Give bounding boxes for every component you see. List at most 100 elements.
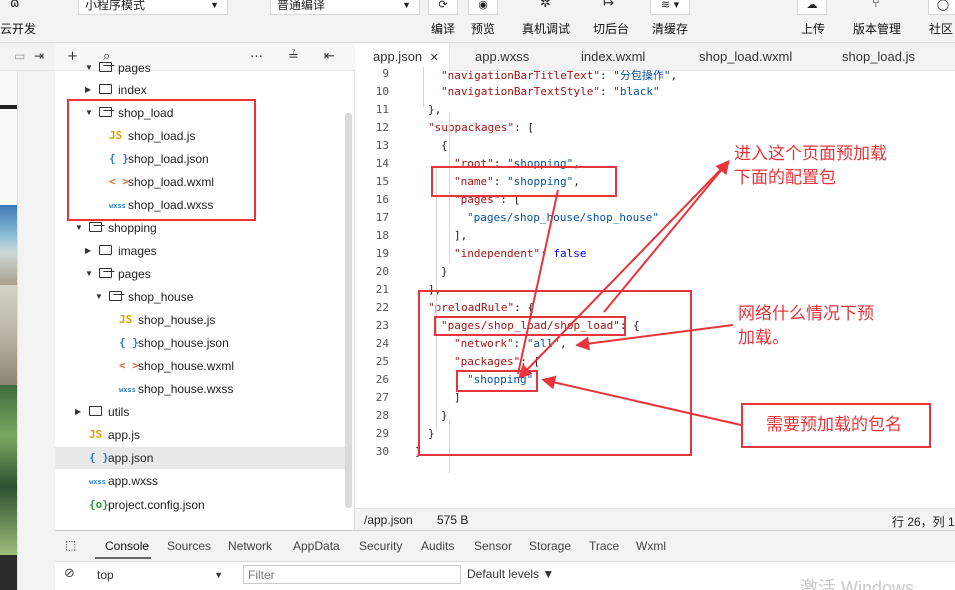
annotation-box-page-path bbox=[434, 316, 626, 336]
chevron-right-icon[interactable]: ▶ bbox=[75, 401, 81, 423]
bug-icon[interactable]: ✲ bbox=[540, 0, 551, 11]
devtools-tab[interactable]: Sensor bbox=[474, 539, 512, 553]
folder-icon bbox=[99, 84, 112, 94]
chevron-down-icon[interactable]: ▼ bbox=[85, 263, 93, 285]
annotation-box-shop-load bbox=[67, 99, 256, 221]
tree-item[interactable]: ▼ shop_house bbox=[55, 286, 345, 308]
tree-item[interactable]: < > shop_house.wxml bbox=[55, 355, 345, 377]
tree-item[interactable]: JS app.js bbox=[55, 424, 345, 446]
background-button[interactable]: 切后台 bbox=[593, 20, 629, 37]
upload-icon[interactable]: ☁ bbox=[797, 0, 827, 15]
line-number: 27 bbox=[375, 391, 389, 404]
compile-select[interactable]: 普通编译 ▼ bbox=[270, 0, 420, 15]
wxss-file-icon: wxss bbox=[119, 386, 136, 394]
tree-item[interactable]: JS shop_house.js bbox=[55, 309, 345, 331]
chevron-down-icon[interactable]: ▼ bbox=[95, 286, 103, 308]
devtools-tab[interactable]: Audits bbox=[421, 539, 454, 553]
upload-button[interactable]: 上传 bbox=[801, 20, 825, 37]
line-number: 26 bbox=[375, 373, 389, 386]
tree-item-label: shop_house bbox=[128, 290, 194, 304]
context-select[interactable]: top ▼ bbox=[91, 565, 231, 585]
branch-icon[interactable]: ⑂ bbox=[872, 0, 880, 11]
annotation-preload-page: 进入这个页面预加载 下面的配置包 bbox=[734, 144, 887, 187]
line-number: 19 bbox=[375, 247, 389, 260]
tree-item-label: utils bbox=[108, 405, 130, 419]
devtools-tab[interactable]: Storage bbox=[529, 539, 571, 553]
editor-tab-label: app.json bbox=[373, 49, 423, 64]
simulator-strip bbox=[0, 43, 18, 590]
folder-open-icon bbox=[89, 222, 102, 232]
wxss-file-icon: wxss bbox=[89, 478, 106, 486]
tree-item[interactable]: { } app.json bbox=[55, 447, 345, 469]
config-file-icon: {o} bbox=[89, 498, 109, 511]
log-levels-select[interactable]: Default levels ▼ bbox=[467, 567, 554, 581]
close-icon[interactable]: ✕ bbox=[426, 51, 439, 64]
tree-item[interactable]: wxss shop_house.wxss bbox=[55, 378, 345, 400]
device-debug-button[interactable]: 真机调试 bbox=[522, 20, 570, 37]
line-number: 10 bbox=[375, 85, 389, 98]
tree-item-label: shop_house.wxss bbox=[138, 382, 234, 396]
tree-item-label: project.config.json bbox=[108, 498, 205, 512]
tree-item-label: shop_house.wxml bbox=[138, 359, 235, 373]
toggle-panel-icon[interactable]: ⇥ bbox=[34, 49, 44, 63]
line-number: 23 bbox=[375, 319, 389, 332]
windows-watermark: 激活 Windows bbox=[800, 578, 915, 590]
code-line: ], bbox=[454, 229, 468, 242]
compile-button[interactable]: 编译 bbox=[431, 20, 455, 37]
switch-background-icon[interactable]: ↦ bbox=[603, 0, 614, 11]
tree-item[interactable]: wxss app.wxss bbox=[55, 470, 345, 492]
annotation-box-package bbox=[456, 370, 538, 392]
layers-icon[interactable]: ≋ ▾ bbox=[650, 0, 690, 15]
editor-tab[interactable]: shop_load.js bbox=[828, 43, 915, 71]
tree-item[interactable]: { } shop_house.json bbox=[55, 332, 345, 354]
devtools-tab[interactable]: Network bbox=[228, 539, 272, 553]
code-line: "subpackages": [ bbox=[428, 121, 534, 134]
simulator-image-beach bbox=[0, 205, 17, 285]
tree-item[interactable]: ▶ index bbox=[55, 79, 345, 101]
tree-item-label: app.wxss bbox=[108, 474, 159, 488]
line-number: 14 bbox=[375, 157, 389, 170]
devtools-tab[interactable]: Wxml bbox=[636, 539, 666, 553]
eye-icon[interactable]: ◉ bbox=[468, 0, 498, 15]
tree-item[interactable]: ▶ utils bbox=[55, 401, 345, 423]
top-toolbar: ɷ 云开发 小程序模式 ▼ 普通编译 ▼ ⟳ 编译 ◉ 预览 ✲ 真机调试 ↦ 切后… bbox=[0, 0, 955, 43]
chevron-right-icon[interactable]: ▶ bbox=[85, 240, 91, 262]
folder-open-icon bbox=[99, 268, 112, 278]
editor-tab[interactable]: shop_load.wxml bbox=[685, 43, 795, 71]
device-icon[interactable]: ▭ bbox=[14, 49, 25, 63]
chevron-right-icon[interactable]: ▶ bbox=[85, 79, 91, 101]
cloud-dev-label[interactable]: 云开发 bbox=[0, 20, 36, 37]
clear-cache-button[interactable]: 清缓存 bbox=[652, 20, 688, 37]
mode-select[interactable]: 小程序模式 ▼ bbox=[78, 0, 228, 15]
devtools-tab[interactable]: Security bbox=[359, 539, 402, 553]
tree-item[interactable]: {o} project.config.json bbox=[55, 494, 345, 516]
code-line: "navigationBarTitleText": "分包操作", bbox=[441, 69, 678, 82]
tree-item[interactable]: ▼ pages bbox=[55, 57, 345, 79]
folder-icon bbox=[99, 245, 112, 255]
line-number: 15 bbox=[375, 175, 389, 188]
line-number: 18 bbox=[375, 229, 389, 242]
chevron-down-icon[interactable]: ▼ bbox=[85, 57, 93, 79]
inspect-icon[interactable]: ⬚ bbox=[65, 538, 76, 552]
preview-button[interactable]: 预览 bbox=[471, 20, 495, 37]
devtools-tab[interactable]: AppData bbox=[293, 539, 340, 553]
cloud-dev-icon[interactable]: ɷ bbox=[10, 0, 19, 11]
line-number: 20 bbox=[375, 265, 389, 278]
devtools-tab[interactable]: Console bbox=[105, 539, 149, 553]
editor-tab-label: index.wxml bbox=[581, 49, 646, 64]
devtools-tab[interactable]: Trace bbox=[589, 539, 619, 553]
clear-console-icon[interactable]: ⊘ bbox=[64, 566, 75, 581]
devtools-tab[interactable]: Sources bbox=[167, 539, 211, 553]
refresh-icon[interactable]: ⟳ bbox=[428, 0, 458, 15]
tree-item[interactable]: ▶ images bbox=[55, 240, 345, 262]
version-management-button[interactable]: 版本管理 bbox=[853, 20, 901, 37]
tree-item-label: app.json bbox=[108, 451, 154, 465]
community-button[interactable]: 社区 bbox=[929, 20, 953, 37]
explorer-scrollbar[interactable] bbox=[345, 113, 352, 508]
filter-input[interactable] bbox=[243, 565, 461, 584]
chat-icon[interactable]: ◯ bbox=[928, 0, 955, 15]
status-cursor-position[interactable]: 行 26，列 1 bbox=[892, 513, 955, 530]
folder-open-icon bbox=[109, 291, 122, 301]
devtools-window: ɷ 云开发 小程序模式 ▼ 普通编译 ▼ ⟳ 编译 ◉ 预览 ✲ 真机调试 ↦ 切后… bbox=[0, 0, 955, 590]
tree-item[interactable]: ▼ pages bbox=[55, 263, 345, 285]
